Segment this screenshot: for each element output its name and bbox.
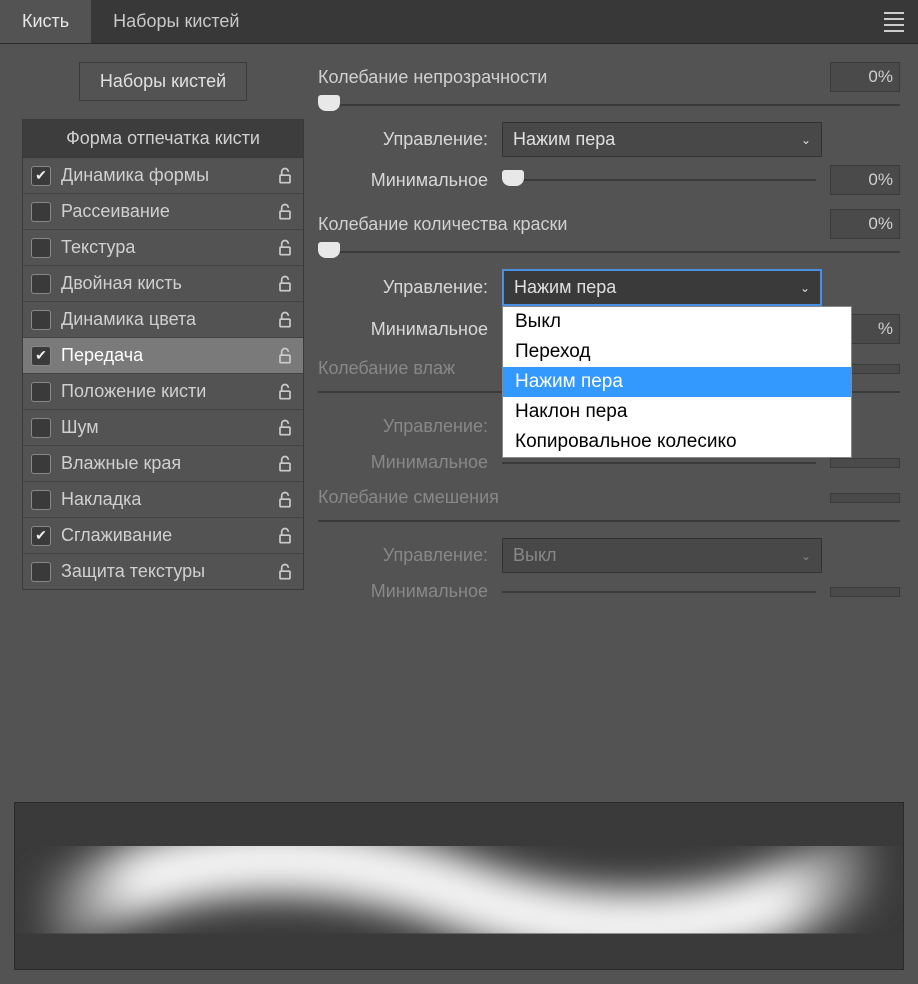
option-row[interactable]: Шум [23, 410, 303, 446]
chevron-down-icon: ⌄ [801, 549, 811, 563]
option-checkbox[interactable] [31, 562, 51, 582]
mix-jitter-value [830, 493, 900, 503]
option-row[interactable]: Положение кисти [23, 374, 303, 410]
brush-preview [14, 802, 904, 970]
option-label: Накладка [61, 489, 265, 510]
minimum3-label: Минимальное [348, 452, 488, 473]
option-label: Двойная кисть [61, 273, 265, 294]
right-column: Колебание непрозрачности 0% Управление: … [318, 62, 900, 784]
minimum4-label: Минимальное [348, 581, 488, 602]
option-label: Защита текстуры [61, 561, 265, 582]
option-label: Шум [61, 417, 265, 438]
chevron-down-icon: ⌄ [801, 133, 811, 147]
control4-dropdown: Выкл ⌄ [502, 538, 822, 573]
option-checkbox[interactable] [31, 274, 51, 294]
control2-dropdown[interactable]: Нажим пера ⌄ [502, 269, 822, 306]
flow-jitter-label: Колебание количества краски [318, 214, 820, 235]
option-row[interactable]: Сглаживание [23, 518, 303, 554]
option-checkbox[interactable] [31, 202, 51, 222]
option-row[interactable]: Передача [23, 338, 303, 374]
option-row[interactable]: Текстура [23, 230, 303, 266]
mix-jitter-slider [318, 514, 900, 528]
lock-icon[interactable] [275, 202, 295, 222]
option-checkbox[interactable] [31, 166, 51, 186]
option-checkbox[interactable] [31, 454, 51, 474]
lock-icon[interactable] [275, 418, 295, 438]
dropdown-option[interactable]: Копировальное колесико [503, 427, 851, 457]
lock-icon[interactable] [275, 490, 295, 510]
brush-options-list: Форма отпечатка кисти Динамика формы Расс… [22, 119, 304, 590]
option-checkbox[interactable] [31, 382, 51, 402]
option-label: Динамика формы [61, 165, 265, 186]
control3-label: Управление: [348, 416, 488, 437]
opacity-jitter-value[interactable]: 0% [830, 62, 900, 92]
dropdown-option[interactable]: Нажим пера [503, 367, 851, 397]
lock-icon[interactable] [275, 346, 295, 366]
option-row[interactable]: Динамика цвета [23, 302, 303, 338]
option-checkbox[interactable] [31, 418, 51, 438]
lock-icon[interactable] [275, 274, 295, 294]
brush-panel: Кисть Наборы кистей Наборы кистей Форма … [0, 0, 918, 984]
option-label: Текстура [61, 237, 265, 258]
minimum1-slider[interactable] [502, 173, 816, 187]
option-label: Рассеивание [61, 201, 265, 222]
control1-dropdown[interactable]: Нажим пера ⌄ [502, 122, 822, 157]
tab-brush[interactable]: Кисть [0, 0, 91, 43]
minimum3-value [830, 458, 900, 468]
lock-icon[interactable] [275, 382, 295, 402]
control2-dropdown-menu[interactable]: ВыклПереходНажим пераНаклон пераКопирова… [502, 306, 852, 458]
option-label: Динамика цвета [61, 309, 265, 330]
control2-label: Управление: [348, 277, 488, 298]
lock-icon[interactable] [275, 310, 295, 330]
dropdown-option[interactable]: Наклон пера [503, 397, 851, 427]
options-header[interactable]: Форма отпечатка кисти [23, 120, 303, 158]
option-row[interactable]: Влажные края [23, 446, 303, 482]
lock-icon[interactable] [275, 454, 295, 474]
option-row[interactable]: Защита текстуры [23, 554, 303, 589]
tab-bar: Кисть Наборы кистей [0, 0, 918, 44]
option-checkbox[interactable] [31, 526, 51, 546]
lock-icon[interactable] [275, 238, 295, 258]
option-label: Сглаживание [61, 525, 265, 546]
option-checkbox[interactable] [31, 490, 51, 510]
tab-brush-presets[interactable]: Наборы кистей [91, 0, 261, 43]
dropdown-option[interactable]: Переход [503, 337, 851, 367]
lock-icon[interactable] [275, 526, 295, 546]
opacity-jitter-label: Колебание непрозрачности [318, 67, 820, 88]
option-label: Влажные края [61, 453, 265, 474]
minimum2-label: Минимальное [348, 319, 488, 340]
option-label: Передача [61, 345, 265, 366]
control1-label: Управление: [348, 129, 488, 150]
lock-icon[interactable] [275, 166, 295, 186]
mix-jitter-label: Колебание смешения [318, 487, 820, 508]
minimum4-slider [502, 585, 816, 599]
brush-presets-button[interactable]: Наборы кистей [79, 62, 247, 101]
control4-label: Управление: [348, 545, 488, 566]
option-row[interactable]: Рассеивание [23, 194, 303, 230]
left-column: Наборы кистей Форма отпечатка кисти Дина… [22, 62, 304, 784]
flow-jitter-value[interactable]: 0% [830, 209, 900, 239]
flow-jitter-slider[interactable] [318, 245, 900, 259]
minimum1-label: Минимальное [348, 170, 488, 191]
option-row[interactable]: Накладка [23, 482, 303, 518]
minimum4-value [830, 587, 900, 597]
minimum1-value[interactable]: 0% [830, 165, 900, 195]
dropdown-option[interactable]: Выкл [503, 307, 851, 337]
option-checkbox[interactable] [31, 310, 51, 330]
option-checkbox[interactable] [31, 238, 51, 258]
option-checkbox[interactable] [31, 346, 51, 366]
option-label: Положение кисти [61, 381, 265, 402]
panel-content: Наборы кистей Форма отпечатка кисти Дина… [0, 44, 918, 802]
lock-icon[interactable] [275, 562, 295, 582]
option-row[interactable]: Динамика формы [23, 158, 303, 194]
opacity-jitter-slider[interactable] [318, 98, 900, 112]
chevron-down-icon: ⌄ [800, 281, 810, 295]
panel-menu-icon[interactable] [870, 12, 918, 32]
option-row[interactable]: Двойная кисть [23, 266, 303, 302]
